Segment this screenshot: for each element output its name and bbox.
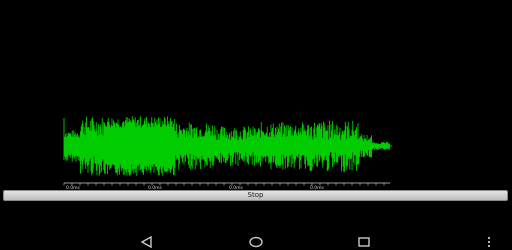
waveform-display: 0.0ms 0.0ms 0.0ms 0.0ms (63, 116, 392, 190)
overflow-icon[interactable] (484, 235, 494, 249)
recents-icon[interactable] (355, 235, 373, 249)
back-icon[interactable] (138, 235, 156, 249)
app-screen: 0.0ms 0.0ms 0.0ms 0.0ms Stop (0, 0, 512, 250)
home-icon[interactable] (247, 235, 265, 249)
navigation-bar (0, 233, 512, 250)
stop-button[interactable]: Stop (3, 190, 508, 201)
